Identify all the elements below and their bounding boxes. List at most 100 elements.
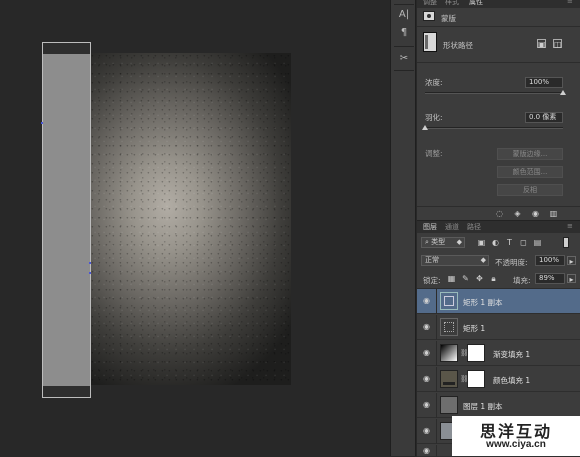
blend-mode-value: 正常 bbox=[425, 256, 439, 264]
visibility-column bbox=[436, 341, 437, 366]
layer-name[interactable]: 颜色填充 1 bbox=[493, 375, 530, 386]
tab-styles[interactable]: 样式 bbox=[445, 0, 459, 7]
eye-icon[interactable]: ◉ bbox=[423, 375, 433, 383]
panel-menu-icon[interactable]: ≡ bbox=[567, 0, 573, 5]
tab-adjustments[interactable]: 调整 bbox=[423, 0, 437, 7]
feather-input[interactable]: 0.0 像素 bbox=[525, 112, 563, 123]
link-icon[interactable]: ⛓ bbox=[460, 375, 469, 383]
eye-icon[interactable]: ◉ bbox=[423, 427, 433, 435]
layer-name[interactable]: 矩形 1 bbox=[463, 323, 485, 334]
eye-icon[interactable]: ◉ bbox=[423, 323, 433, 331]
lock-image-icon[interactable]: ✎ bbox=[461, 274, 470, 283]
shape-path-label: 形状路径 bbox=[443, 41, 473, 50]
lock-all-icon[interactable]: 🔒︎ bbox=[489, 274, 498, 283]
density-slider-thumb[interactable] bbox=[560, 90, 566, 95]
filter-adjustment-icon[interactable]: ◐ bbox=[491, 238, 500, 247]
invert-button[interactable]: 反相 bbox=[497, 184, 563, 196]
density-slider-track[interactable] bbox=[425, 92, 563, 94]
dropdown-arrow-icon: ◆ bbox=[480, 256, 486, 264]
feather-slider-thumb[interactable] bbox=[422, 125, 428, 130]
layers-tabbar: 图层 通道 路径 ≡ bbox=[417, 221, 580, 233]
opacity-label: 不透明度: bbox=[495, 258, 528, 267]
tab-layers[interactable]: 图层 bbox=[423, 222, 437, 232]
blend-mode-select[interactable]: 正常 ◆ bbox=[421, 255, 489, 266]
eye-icon[interactable]: ◉ bbox=[423, 349, 433, 357]
layer-name[interactable]: 矩形 1 副本 bbox=[463, 297, 503, 308]
opacity-input[interactable]: 100% bbox=[535, 255, 565, 266]
document-image[interactable] bbox=[91, 53, 291, 385]
layer-filter-kind-select[interactable]: ⌕ 类型 ◆ bbox=[421, 237, 465, 248]
mask-thumbnail[interactable] bbox=[423, 32, 437, 52]
visibility-column bbox=[436, 367, 437, 392]
eye-icon[interactable]: ◉ bbox=[423, 447, 433, 455]
delete-mask-icon[interactable]: ▥ bbox=[549, 209, 558, 218]
layer-name[interactable]: 渐变填充 1 bbox=[493, 349, 530, 360]
visibility-icon[interactable]: ◉ bbox=[531, 209, 540, 218]
color-range-button[interactable]: 颜色范围... bbox=[497, 166, 563, 178]
add-pixel-mask-icon[interactable]: ▣ bbox=[537, 39, 546, 49]
filter-pixel-icon[interactable]: ▣ bbox=[477, 238, 486, 247]
path-anchor-point[interactable] bbox=[89, 262, 91, 264]
eye-icon[interactable]: ◉ bbox=[423, 401, 433, 409]
properties-tabbar: 调整 样式 属性 ≡ bbox=[417, 0, 580, 8]
link-icon[interactable]: ⛓ bbox=[460, 349, 469, 357]
density-input[interactable]: 100% bbox=[525, 77, 563, 88]
layer-mask-thumbnail[interactable] bbox=[467, 370, 485, 388]
strip-divider bbox=[394, 70, 414, 71]
gradient-fill-thumbnail[interactable] bbox=[440, 344, 458, 362]
eye-icon[interactable]: ◉ bbox=[423, 297, 433, 305]
mask-header-label: 蒙版 bbox=[441, 14, 456, 23]
divider bbox=[417, 206, 580, 207]
properties-panel: 调整 样式 属性 ≡ 蒙版 形状路径 ▣ ◫ 浓度: 100% 羽化: 0.0 … bbox=[417, 0, 580, 220]
color-fill-thumbnail[interactable] bbox=[440, 370, 458, 388]
layer-row[interactable]: ◉ ⛓ 渐变填充 1 bbox=[417, 341, 580, 366]
fill-label: 填充: bbox=[513, 276, 531, 285]
load-selection-icon[interactable]: ◌ bbox=[495, 209, 504, 218]
add-vector-mask-icon[interactable]: ◫ bbox=[553, 39, 562, 49]
filter-shape-icon[interactable]: ◻ bbox=[519, 238, 528, 247]
tools-icon[interactable]: ✂ bbox=[396, 52, 412, 66]
lock-transparent-icon[interactable]: ▦ bbox=[447, 274, 456, 283]
layer-row[interactable]: ◉ ⛓ 颜色填充 1 bbox=[417, 367, 580, 392]
feather-slider-track[interactable] bbox=[425, 127, 563, 129]
layer-row[interactable]: ◉ 矩形 1 bbox=[417, 315, 580, 340]
strip-divider bbox=[394, 46, 414, 47]
filter-toggle[interactable] bbox=[563, 237, 569, 248]
opacity-dropdown-icon[interactable]: ▸ bbox=[567, 256, 576, 266]
tab-paths[interactable]: 路径 bbox=[467, 222, 481, 232]
filter-smart-object-icon[interactable]: ▤ bbox=[533, 238, 542, 247]
canvas-area[interactable] bbox=[0, 0, 390, 456]
layer-name[interactable]: 图层 1 副本 bbox=[463, 401, 503, 412]
pixel-layer-thumbnail[interactable] bbox=[440, 396, 458, 414]
strip-divider bbox=[394, 4, 414, 5]
layer-mask-thumbnail[interactable] bbox=[467, 344, 485, 362]
shape-layer-thumbnail[interactable] bbox=[440, 292, 458, 310]
fill-dropdown-icon[interactable]: ▸ bbox=[567, 274, 576, 284]
apply-mask-icon[interactable]: ◈ bbox=[513, 209, 522, 218]
panel-menu-icon[interactable]: ≡ bbox=[567, 222, 573, 230]
rectangle-shape[interactable] bbox=[42, 42, 91, 398]
paragraph-icon[interactable]: ¶ bbox=[396, 26, 412, 40]
layer-row[interactable]: ◉ 图层 1 副本 bbox=[417, 393, 580, 418]
shape-layer-thumbnail[interactable] bbox=[440, 318, 458, 336]
mask-icon bbox=[423, 11, 435, 21]
watermark: 思洋互动 www.ciya.cn bbox=[452, 416, 580, 456]
rectangle-top-band bbox=[43, 43, 90, 54]
path-anchor-point[interactable] bbox=[89, 272, 91, 274]
mask-edge-button[interactable]: 蒙版边缘... bbox=[497, 148, 563, 160]
visibility-column bbox=[436, 419, 437, 444]
dropdown-arrow-icon: ◆ bbox=[456, 238, 462, 246]
tab-properties[interactable]: 属性 bbox=[469, 0, 483, 7]
fill-input[interactable]: 89% bbox=[535, 273, 565, 284]
lock-position-icon[interactable]: ✥ bbox=[475, 274, 484, 283]
filter-type-icon[interactable]: T bbox=[505, 238, 514, 247]
layer-row[interactable]: ◉ 矩形 1 副本 bbox=[417, 289, 580, 314]
adjust-label: 调整: bbox=[425, 149, 443, 158]
visibility-column bbox=[436, 445, 437, 457]
tab-channels[interactable]: 通道 bbox=[445, 222, 459, 232]
character-icon[interactable]: A| bbox=[396, 8, 412, 22]
path-anchor-point[interactable] bbox=[41, 122, 43, 124]
visibility-column bbox=[436, 289, 437, 314]
panel-tool-strip: A| ¶ ✂ bbox=[390, 0, 416, 456]
watermark-url: www.ciya.cn bbox=[486, 439, 546, 450]
